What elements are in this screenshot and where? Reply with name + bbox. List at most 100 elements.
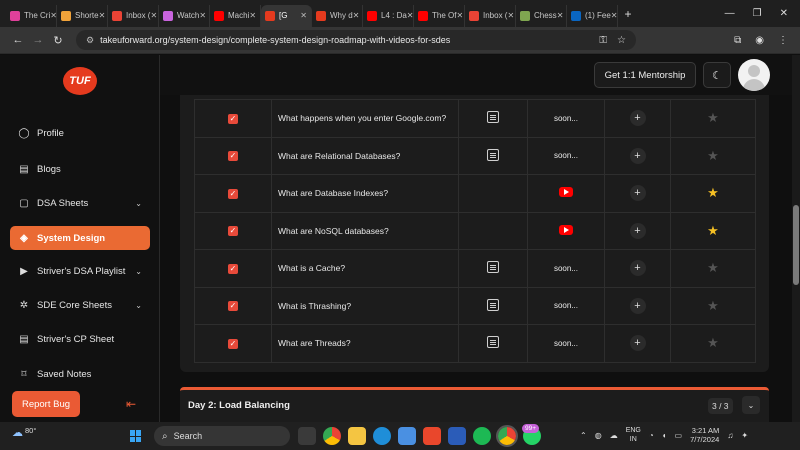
chevron-down-icon[interactable]: ⌄ (742, 396, 760, 414)
star-icon[interactable]: ★ (707, 335, 719, 350)
site-info-icon[interactable]: ⚙ (86, 35, 94, 46)
weather-widget[interactable]: ☁ 80° (12, 426, 36, 439)
close-tab-icon[interactable]: ✕ (407, 11, 413, 20)
browser-tab[interactable]: (1) Fee ✕ (567, 4, 618, 27)
close-tab-icon[interactable]: ✕ (199, 11, 206, 20)
close-tab-icon[interactable]: ✕ (249, 11, 256, 20)
sidebar-item-system-design[interactable]: ◈ System Design (10, 226, 150, 250)
browser-tab[interactable]: Why d ✕ (312, 4, 363, 27)
tuf-logo[interactable]: TUF (63, 67, 97, 95)
spotify-icon[interactable] (473, 427, 491, 445)
browser-tab[interactable]: Machi ✕ (210, 4, 261, 27)
close-tab-icon[interactable]: ✕ (456, 11, 463, 20)
done-checkbox[interactable]: ✓ (228, 338, 238, 349)
store-icon[interactable] (398, 427, 416, 445)
mentorship-button[interactable]: Get 1:1 Mentorship (594, 62, 696, 88)
browser-tab[interactable]: The Of ✕ (414, 4, 465, 27)
copilot-icon[interactable]: ✦ (741, 431, 748, 440)
add-note-button[interactable]: + (629, 260, 646, 277)
avatar[interactable] (738, 59, 770, 91)
task-view-icon[interactable] (298, 427, 316, 445)
key-icon[interactable]: ⚿ (599, 35, 607, 46)
clock[interactable]: 3:21 AM 7/7/2024 (690, 426, 719, 444)
browser-tab[interactable]: L4 : Da ✕ (363, 4, 414, 27)
close-tab-icon[interactable]: ✕ (99, 11, 106, 20)
word-icon[interactable] (448, 427, 466, 445)
extensions-icon[interactable]: ⧉ (734, 35, 741, 46)
done-checkbox[interactable]: ✓ (228, 188, 238, 199)
done-checkbox[interactable]: ✓ (228, 226, 238, 237)
browser-tab[interactable]: Inbox (✕ (465, 4, 516, 27)
chrome-active-icon[interactable] (496, 425, 518, 447)
sidebar-item-blogs[interactable]: ▤ Blogs (10, 157, 150, 181)
add-note-button[interactable]: + (629, 297, 646, 314)
article-icon[interactable] (487, 261, 499, 274)
chrome-icon[interactable] (323, 427, 341, 445)
close-tab-icon[interactable]: ✕ (507, 11, 514, 20)
star-icon[interactable]: ★ (707, 260, 719, 275)
minimize-icon[interactable]: — (725, 8, 735, 19)
done-checkbox[interactable]: ✓ (228, 301, 238, 312)
star-icon[interactable]: ★ (707, 298, 719, 313)
problem-title[interactable]: What are Relational Databases? (271, 136, 459, 175)
problem-title[interactable]: What are Database Indexes? (271, 174, 459, 213)
add-note-button[interactable]: + (629, 335, 646, 352)
taskbar-search[interactable]: ⌕ Search (154, 426, 290, 446)
add-note-button[interactable]: + (629, 185, 646, 202)
office-icon[interactable] (423, 427, 441, 445)
article-icon[interactable] (487, 148, 499, 161)
url-input[interactable]: ⚙ takeuforward.org/system-design/complet… (76, 30, 636, 50)
article-icon[interactable] (487, 336, 499, 349)
youtube-icon[interactable] (559, 224, 573, 235)
browser-menu-icon[interactable]: ⋮ (778, 35, 788, 46)
done-checkbox[interactable]: ✓ (228, 151, 238, 162)
sidebar-item-striver-s-cp-sheet[interactable]: ▤ Striver's CP Sheet (10, 327, 150, 351)
wifi-icon[interactable]: ◔ (649, 431, 654, 440)
scrollbar-thumb[interactable] (793, 205, 799, 285)
problem-title[interactable]: What happens when you enter Google.com? (271, 99, 459, 138)
profile-icon[interactable]: ◉ (755, 35, 764, 46)
close-window-icon[interactable]: ✕ (780, 8, 788, 19)
close-tab-icon[interactable]: ✕ (50, 11, 56, 20)
problem-title[interactable]: What is a Cache? (271, 249, 459, 288)
bookmark-star-icon[interactable]: ☆ (617, 35, 626, 46)
browser-tab[interactable]: Watch ✕ (159, 4, 210, 27)
article-icon[interactable] (487, 111, 499, 124)
add-note-button[interactable]: + (629, 110, 646, 127)
problem-title[interactable]: What are Threads? (271, 324, 459, 363)
chevron-down-icon[interactable]: ⌄ (135, 267, 142, 276)
new-tab-button[interactable]: + (618, 7, 638, 21)
battery-icon[interactable]: ▭ (675, 431, 683, 440)
star-icon[interactable]: ★ (707, 185, 719, 200)
article-icon[interactable] (487, 298, 499, 311)
browser-tab[interactable]: [G ✕ (261, 4, 312, 27)
problem-title[interactable]: What are NoSQL databases? (271, 211, 459, 250)
back-icon[interactable]: ← (8, 34, 28, 46)
star-icon[interactable]: ★ (707, 110, 719, 125)
chevron-up-icon[interactable]: ⌃ (580, 431, 587, 440)
sidebar-item-sde-core-sheets[interactable]: ✲ SDE Core Sheets ⌄ (10, 293, 150, 317)
close-tab-icon[interactable]: ✕ (353, 11, 360, 20)
star-icon[interactable]: ★ (707, 223, 719, 238)
windows-start-icon[interactable] (130, 430, 142, 442)
onedrive-icon[interactable]: ☁ (610, 431, 618, 440)
done-checkbox[interactable]: ✓ (228, 113, 238, 124)
bell-icon[interactable]: ♫ (727, 431, 733, 440)
sidebar-item-striver-s-dsa-playlist[interactable]: ▶ Striver's DSA Playlist ⌄ (10, 259, 150, 283)
close-tab-icon[interactable]: ✕ (557, 11, 564, 20)
chevron-down-icon[interactable]: ⌄ (135, 301, 142, 310)
file-explorer-icon[interactable] (348, 427, 366, 445)
sidebar-item-saved-notes[interactable]: ⌑ Saved Notes (10, 362, 150, 386)
done-checkbox[interactable]: ✓ (228, 263, 238, 274)
restore-icon[interactable]: ❐ (753, 8, 762, 19)
close-tab-icon[interactable]: ✕ (611, 11, 617, 20)
browser-tab[interactable]: Shorte ✕ (57, 4, 108, 27)
close-tab-icon[interactable]: ✕ (150, 11, 157, 20)
browser-tab[interactable]: Chess ✕ (516, 4, 567, 27)
edge-icon[interactable] (373, 427, 391, 445)
reload-icon[interactable]: ↻ (48, 34, 68, 47)
volume-icon[interactable]: ◖ (662, 431, 667, 440)
forward-icon[interactable]: → (28, 34, 48, 46)
tray-app-icon[interactable]: ◍ (595, 431, 602, 440)
add-note-button[interactable]: + (629, 222, 646, 239)
